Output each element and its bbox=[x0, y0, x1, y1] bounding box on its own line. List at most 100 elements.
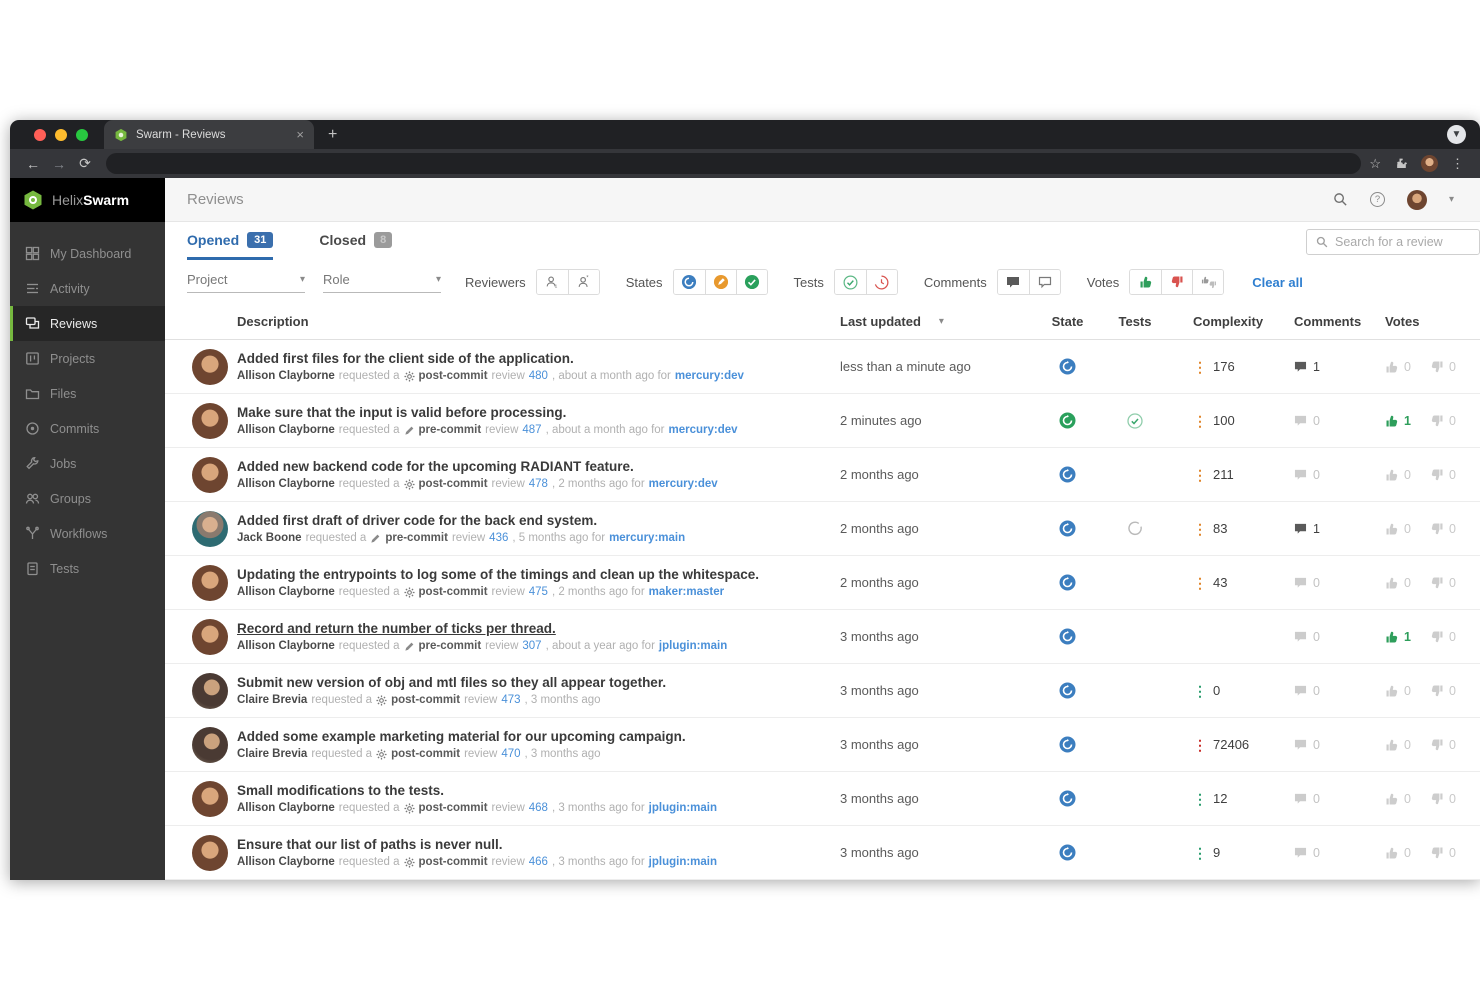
address-bar[interactable] bbox=[106, 153, 1362, 174]
thumbs-up-icon[interactable] bbox=[1385, 576, 1399, 590]
thumbs-down-icon[interactable] bbox=[1430, 738, 1444, 752]
table-row[interactable]: Added first files for the client side of… bbox=[165, 340, 1480, 394]
forward-button[interactable]: → bbox=[46, 156, 72, 172]
sidebar-item-my-dashboard[interactable]: My Dashboard bbox=[10, 236, 165, 271]
clear-all-filters-link[interactable]: Clear all bbox=[1252, 275, 1303, 290]
chevron-down-icon[interactable]: ▾ bbox=[1449, 194, 1454, 205]
sidebar-item-projects[interactable]: Projects bbox=[10, 341, 165, 376]
review-id-link[interactable]: 480 bbox=[529, 370, 548, 382]
review-id-link[interactable]: 487 bbox=[522, 424, 541, 436]
branch-link[interactable]: jplugin:main bbox=[649, 856, 717, 868]
comments-open-filter-button[interactable] bbox=[997, 270, 1029, 294]
review-title[interactable]: Make sure that the input is valid before… bbox=[237, 405, 738, 420]
review-title[interactable]: Added new backend code for the upcoming … bbox=[237, 459, 718, 474]
author-name[interactable]: Allison Clayborne bbox=[237, 424, 335, 436]
thumbs-down-icon[interactable] bbox=[1430, 414, 1444, 428]
tab-close-icon[interactable]: × bbox=[296, 128, 304, 141]
column-votes[interactable]: Votes bbox=[1360, 314, 1480, 329]
search-icon[interactable] bbox=[1333, 192, 1348, 207]
thumbs-up-icon[interactable] bbox=[1385, 414, 1399, 428]
tab-search-chevron-icon[interactable]: ▼ bbox=[1447, 125, 1466, 144]
user-avatar[interactable] bbox=[1406, 189, 1427, 210]
votes-down-filter-button[interactable] bbox=[1161, 270, 1193, 294]
column-last-updated[interactable]: Last updated ▾ bbox=[840, 314, 1030, 329]
author-name[interactable]: Allison Clayborne bbox=[237, 802, 335, 814]
branch-link[interactable]: mercury:dev bbox=[649, 478, 718, 490]
branch-link[interactable]: mercury:main bbox=[609, 532, 685, 544]
review-id-link[interactable]: 473 bbox=[501, 694, 520, 706]
thumbs-down-icon[interactable] bbox=[1430, 360, 1444, 374]
review-search-input[interactable] bbox=[1335, 235, 1465, 249]
column-complexity[interactable]: Complexity bbox=[1165, 314, 1270, 329]
sidebar-item-groups[interactable]: Groups bbox=[10, 481, 165, 516]
branch-link[interactable]: mercury:dev bbox=[675, 370, 744, 382]
table-row[interactable]: Record and return the number of ticks pe… bbox=[165, 610, 1480, 664]
branch-link[interactable]: mercury:dev bbox=[669, 424, 738, 436]
table-row[interactable]: Added first draft of driver code for the… bbox=[165, 502, 1480, 556]
table-row[interactable]: Ensure that our list of paths is never n… bbox=[165, 826, 1480, 880]
table-row[interactable]: Added new backend code for the upcoming … bbox=[165, 448, 1480, 502]
browser-menu-icon[interactable]: ⋮ bbox=[1451, 156, 1464, 172]
tests-fail-filter-button[interactable] bbox=[865, 270, 897, 294]
author-name[interactable]: Allison Clayborne bbox=[237, 856, 335, 868]
reload-button[interactable]: ⟳ bbox=[72, 155, 98, 172]
review-id-link[interactable]: 470 bbox=[501, 748, 520, 760]
author-name[interactable]: Allison Clayborne bbox=[237, 478, 335, 490]
review-title[interactable]: Record and return the number of ticks pe… bbox=[237, 621, 727, 636]
review-id-link[interactable]: 436 bbox=[489, 532, 508, 544]
tab-opened[interactable]: Opened 31 bbox=[187, 232, 274, 260]
thumbs-down-icon[interactable] bbox=[1430, 684, 1444, 698]
branch-link[interactable]: jplugin:main bbox=[649, 802, 717, 814]
column-comments[interactable]: Comments bbox=[1270, 314, 1361, 329]
author-name[interactable]: Allison Clayborne bbox=[237, 370, 335, 382]
review-id-link[interactable]: 478 bbox=[529, 478, 548, 490]
column-description[interactable]: Description bbox=[185, 314, 840, 329]
maximize-window-button[interactable] bbox=[76, 128, 88, 141]
table-row[interactable]: Updating the entrypoints to log some of … bbox=[165, 556, 1480, 610]
sidebar-item-jobs[interactable]: Jobs bbox=[10, 446, 165, 481]
browser-tab[interactable]: Swarm - Reviews × bbox=[104, 120, 314, 149]
table-row[interactable]: Small modifications to the tests. Alliso… bbox=[165, 772, 1480, 826]
review-title[interactable]: Ensure that our list of paths is never n… bbox=[237, 837, 717, 852]
state-needs-revision-filter-button[interactable] bbox=[704, 270, 736, 294]
sidebar-item-commits[interactable]: Commits bbox=[10, 411, 165, 446]
thumbs-down-icon[interactable] bbox=[1430, 522, 1444, 536]
back-button[interactable]: ← bbox=[20, 156, 46, 172]
thumbs-down-icon[interactable] bbox=[1430, 630, 1444, 644]
tests-pass-filter-button[interactable] bbox=[834, 270, 866, 294]
review-id-link[interactable]: 468 bbox=[529, 802, 548, 814]
reviewer-individual-filter-button[interactable]: 1 bbox=[536, 270, 568, 294]
table-row[interactable]: Make sure that the input is valid before… bbox=[165, 394, 1480, 448]
column-state[interactable]: State bbox=[1030, 314, 1105, 329]
tab-closed[interactable]: Closed 8 bbox=[319, 232, 393, 260]
thumbs-down-icon[interactable] bbox=[1430, 576, 1444, 590]
sidebar-item-tests[interactable]: Tests bbox=[10, 551, 165, 586]
new-tab-button[interactable]: + bbox=[328, 126, 337, 144]
sort-chevron-icon[interactable]: ▾ bbox=[939, 316, 944, 327]
comments-archived-filter-button[interactable] bbox=[1028, 270, 1060, 294]
review-title[interactable]: Submit new version of obj and mtl files … bbox=[237, 675, 666, 690]
thumbs-up-icon[interactable] bbox=[1385, 522, 1399, 536]
thumbs-up-icon[interactable] bbox=[1385, 630, 1399, 644]
branch-link[interactable]: maker:master bbox=[649, 586, 724, 598]
table-row[interactable]: Submit new version of obj and mtl files … bbox=[165, 664, 1480, 718]
thumbs-up-icon[interactable] bbox=[1385, 738, 1399, 752]
state-needs-review-filter-button[interactable] bbox=[673, 270, 705, 294]
reviewer-required-filter-button[interactable]: * bbox=[567, 270, 599, 294]
thumbs-down-icon[interactable] bbox=[1430, 792, 1444, 806]
thumbs-down-icon[interactable] bbox=[1430, 468, 1444, 482]
state-approved-filter-button[interactable] bbox=[735, 270, 767, 294]
review-title[interactable]: Added first draft of driver code for the… bbox=[237, 513, 685, 528]
votes-up-filter-button[interactable] bbox=[1130, 270, 1162, 294]
review-title[interactable]: Updating the entrypoints to log some of … bbox=[237, 567, 759, 582]
thumbs-up-icon[interactable] bbox=[1385, 846, 1399, 860]
review-title[interactable]: Small modifications to the tests. bbox=[237, 783, 717, 798]
extensions-puzzle-icon[interactable] bbox=[1394, 157, 1408, 171]
review-id-link[interactable]: 307 bbox=[522, 640, 541, 652]
bookmark-star-icon[interactable]: ☆ bbox=[1369, 156, 1381, 172]
thumbs-up-icon[interactable] bbox=[1385, 468, 1399, 482]
sidebar-item-files[interactable]: Files bbox=[10, 376, 165, 411]
review-id-link[interactable]: 475 bbox=[529, 586, 548, 598]
thumbs-up-icon[interactable] bbox=[1385, 684, 1399, 698]
close-window-button[interactable] bbox=[34, 128, 46, 141]
